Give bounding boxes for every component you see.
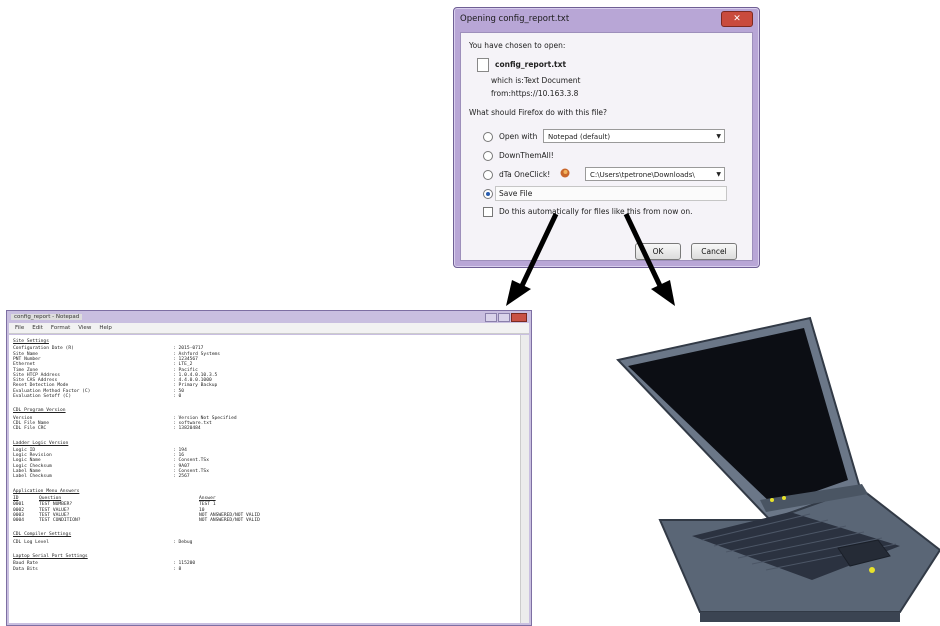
laptop-icon xyxy=(616,316,940,622)
